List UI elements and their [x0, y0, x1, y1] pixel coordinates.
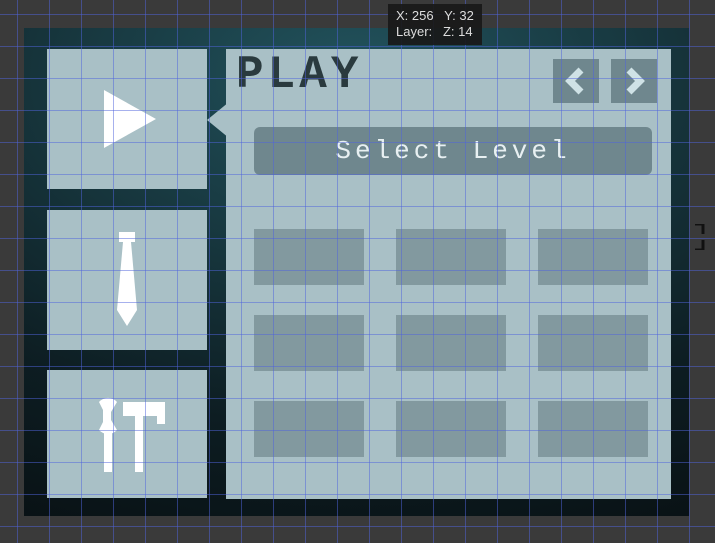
level-grid	[254, 229, 649, 457]
coord-line-2: Layer: Z: 14	[396, 24, 473, 39]
sidebar-item-customize[interactable]	[47, 210, 207, 350]
wrench-hammer-icon	[77, 384, 177, 484]
select-level-button[interactable]: Select Level	[254, 127, 652, 175]
sidebar-item-play[interactable]	[47, 49, 207, 189]
cursor-coordinates-tooltip: X: 256 Y: 32 Layer: Z: 14	[388, 4, 482, 45]
level-slot[interactable]	[538, 315, 648, 371]
level-slot[interactable]	[396, 315, 506, 371]
level-slot[interactable]	[396, 401, 506, 457]
sidebar-item-tools[interactable]	[47, 370, 207, 498]
level-slot[interactable]	[538, 401, 648, 457]
play-triangle-icon	[90, 82, 164, 156]
chevron-left-icon	[564, 67, 588, 95]
level-slot[interactable]	[538, 229, 648, 285]
level-slot[interactable]	[396, 229, 506, 285]
active-tab-pointer	[207, 102, 229, 138]
select-level-label: Select Level	[335, 136, 570, 166]
page-title: PLAY	[236, 49, 362, 101]
chevron-right-icon	[622, 67, 646, 95]
level-slot[interactable]	[254, 401, 364, 457]
level-slot[interactable]	[254, 315, 364, 371]
tie-icon	[107, 230, 147, 330]
main-panel: PLAY Select Level	[226, 49, 671, 499]
prev-page-button[interactable]	[553, 59, 599, 103]
edge-marker-icon	[695, 224, 709, 250]
next-page-button[interactable]	[611, 59, 657, 103]
level-slot[interactable]	[254, 229, 364, 285]
coord-line-1: X: 256 Y: 32	[396, 8, 474, 23]
